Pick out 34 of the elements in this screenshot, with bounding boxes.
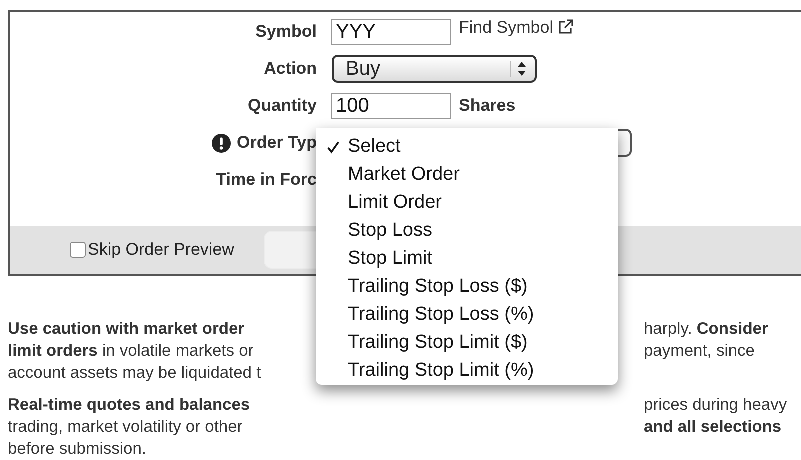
checkmark-icon	[327, 140, 340, 154]
menu-item[interactable]: Trailing Stop Loss (%)	[316, 301, 618, 329]
notice-text: account assets may be liquidated t	[8, 363, 262, 384]
field-label: Order Typ	[237, 133, 317, 153]
menu-item[interactable]: Trailing Stop Limit (%)	[316, 357, 618, 385]
find-symbol-link[interactable]: Find Symbol	[459, 18, 554, 38]
notice-text: Use caution with market order	[8, 319, 246, 340]
select-field[interactable]: Buy	[332, 55, 537, 83]
notice-text: payment, since	[644, 341, 755, 362]
menu-item[interactable]: Select	[316, 133, 618, 161]
menu-item[interactable]: Trailing Stop Loss ($)	[316, 273, 618, 301]
field-label: Time in Forc	[216, 170, 317, 190]
text-field[interactable]: YYY	[331, 19, 451, 45]
checkbox-label[interactable]: Skip Order Preview	[88, 240, 234, 260]
notice-text: prices during heavy	[644, 395, 788, 416]
menu-item[interactable]: Stop Limit	[316, 245, 618, 273]
notice-text: Real-time quotes and balances	[8, 395, 252, 416]
field-label: Symbol	[256, 22, 317, 42]
field-label: Action	[264, 59, 317, 79]
notice-text: limit orders in volatile markets or	[8, 341, 255, 362]
menu-item[interactable]: Market Order	[316, 161, 618, 189]
menu-item[interactable]: Stop Loss	[316, 217, 618, 245]
notice-text: trading, market volatility or other	[8, 417, 244, 438]
field-label: Quantity	[248, 96, 317, 116]
checkbox[interactable]	[70, 242, 86, 258]
notice-text: and all selections	[644, 417, 782, 438]
menu-item[interactable]: Trailing Stop Limit ($)	[316, 329, 618, 357]
notice-text: harply. Consider	[644, 319, 768, 340]
stepper-arrows-icon	[510, 61, 527, 77]
text-field[interactable]: 100	[331, 93, 451, 119]
menu-item[interactable]: Limit Order	[316, 189, 618, 217]
notice-text: before submission.	[8, 439, 148, 460]
unit-label: Shares	[459, 96, 516, 116]
external-link-icon[interactable]	[558, 19, 574, 35]
